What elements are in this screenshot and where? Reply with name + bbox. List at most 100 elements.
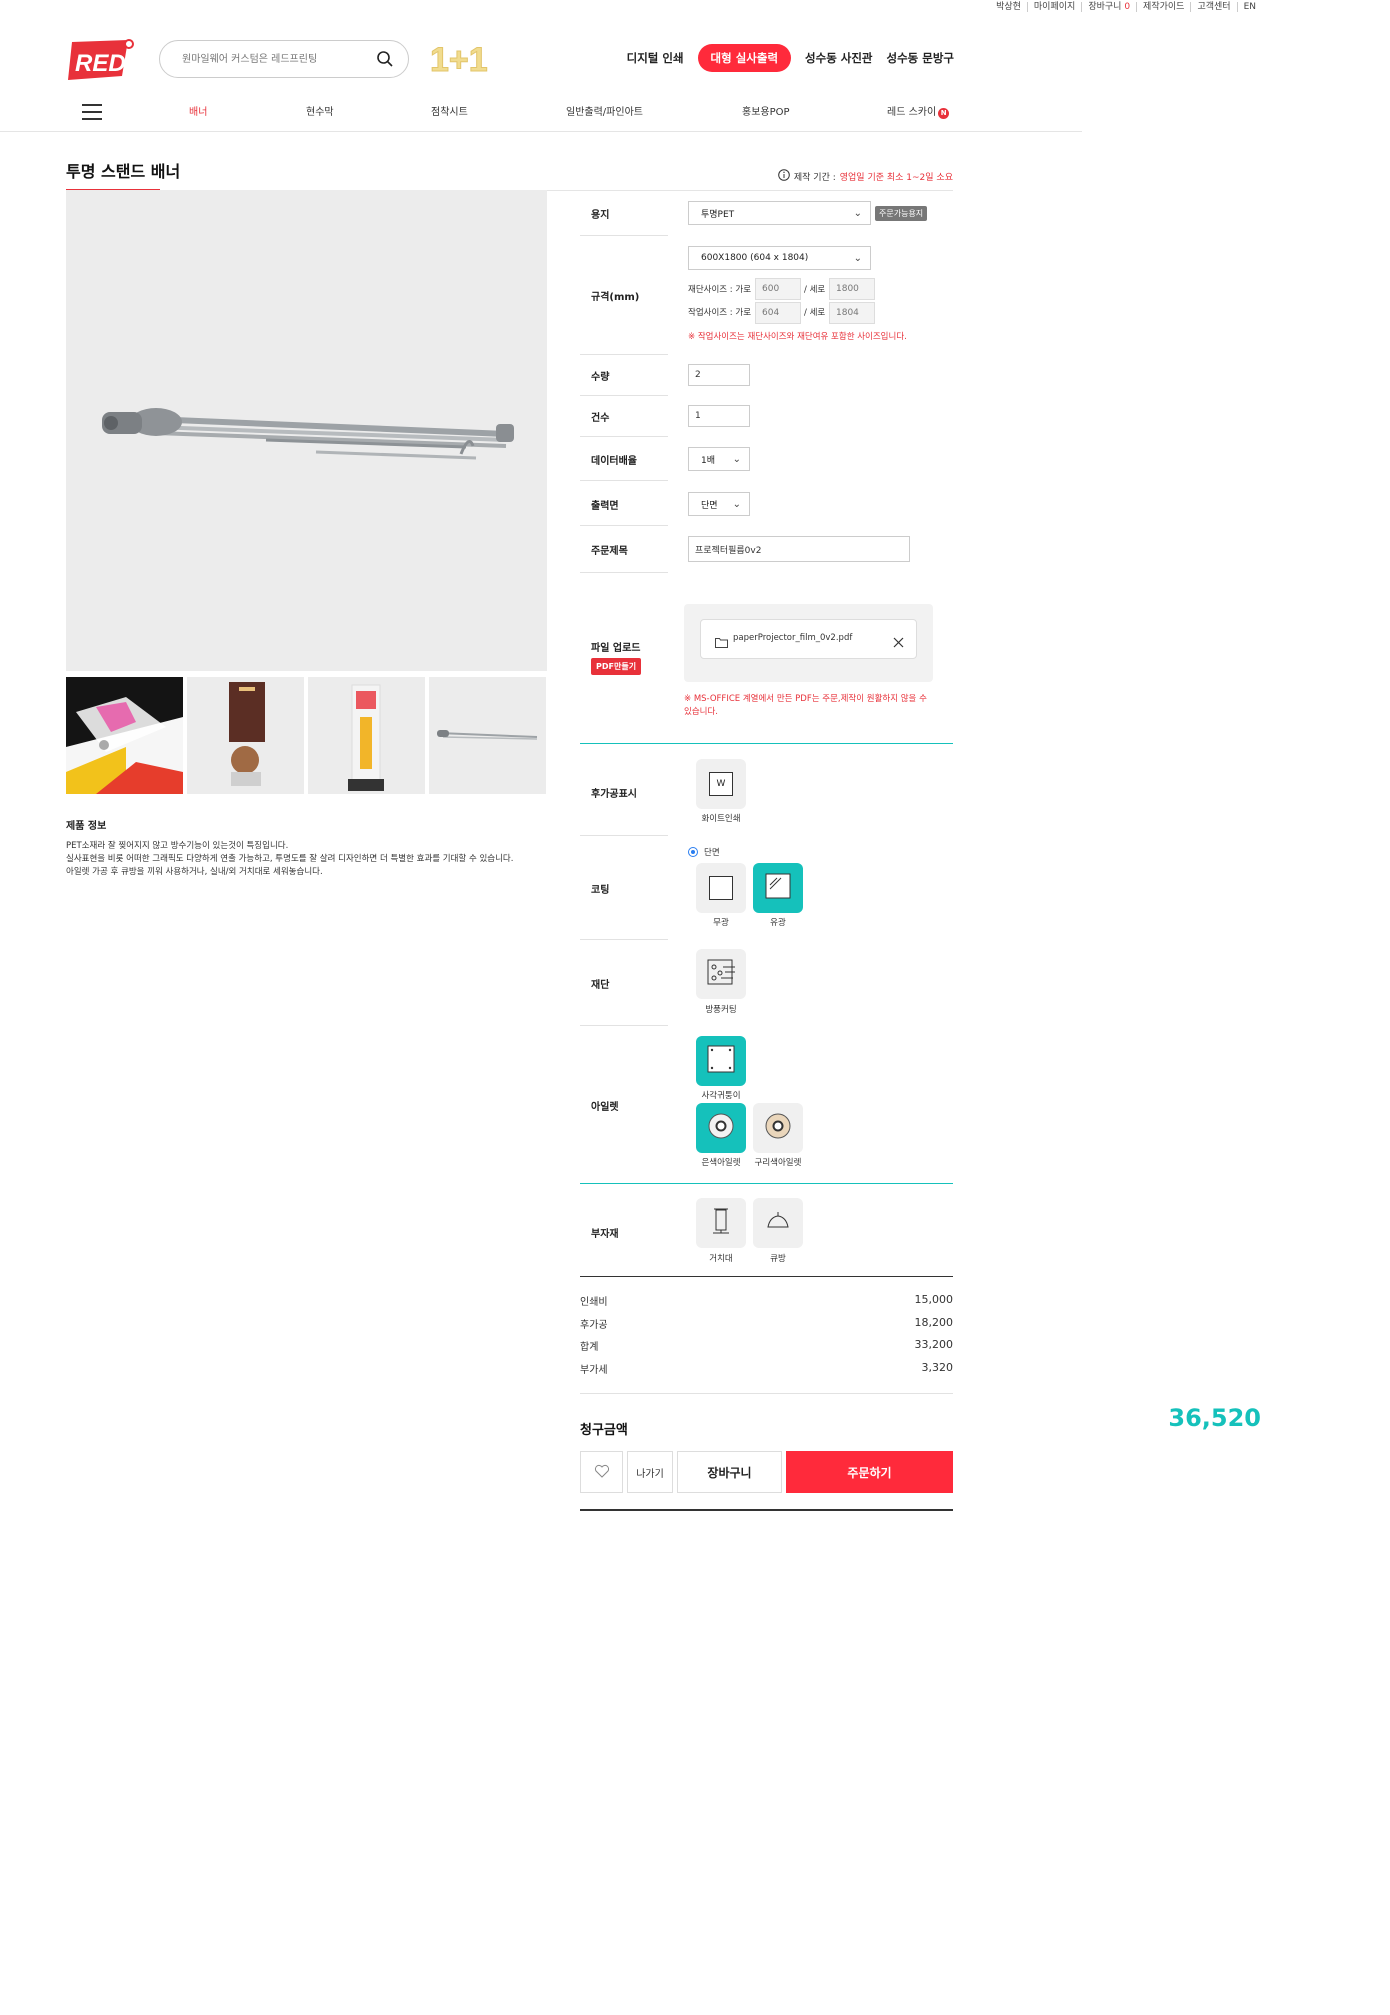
matte-option[interactable]: [696, 863, 746, 913]
work-height-field[interactable]: 1804: [829, 302, 875, 324]
gloss-icon: [765, 873, 791, 903]
menu-icon[interactable]: [82, 104, 102, 120]
category-banner-cloth[interactable]: 현수막: [306, 103, 334, 118]
close-icon[interactable]: [893, 633, 904, 652]
side-select-value: 단면: [701, 500, 718, 511]
size-select-value: 600X1800 (604 x 1804): [701, 253, 809, 263]
support-link[interactable]: 고객센터: [1190, 2, 1236, 12]
paper-select[interactable]: 투명PET ⌄: [688, 201, 871, 225]
order-button[interactable]: 주문하기: [786, 1451, 953, 1493]
category-banner[interactable]: 배너: [189, 103, 207, 118]
category-sticker-sheet[interactable]: 점착시트: [431, 103, 468, 118]
price-row-vat: 부가세 3,320: [580, 1361, 953, 1376]
quantity-field[interactable]: 2: [688, 364, 750, 386]
side-select[interactable]: 단면 ⌄: [688, 492, 750, 516]
bottom-divider: [580, 1509, 953, 1511]
category-nav: 배너 현수막 점착시트 일반출력/파인아트 홍보용POP 레드 스카이 N: [0, 96, 1082, 132]
price-label: 인쇄비: [580, 1297, 608, 1308]
category-pop[interactable]: 홍보용POP: [742, 103, 790, 118]
thumbnail-2[interactable]: [187, 677, 304, 794]
cart-link[interactable]: 장바구니 0: [1081, 2, 1136, 12]
scale-label: 데이터배율: [591, 456, 637, 467]
folder-icon: [715, 633, 728, 652]
user-name-link[interactable]: 박상현: [990, 2, 1027, 12]
lead-time-value: 영업일 기준 최소 1~2일 소요: [839, 173, 953, 183]
category-red-sky[interactable]: 레드 스카이 N: [887, 103, 950, 119]
nav-stationery[interactable]: 성수동 문방구: [887, 50, 954, 66]
thumbnail-4[interactable]: [429, 677, 546, 794]
product-info-line: PET소재라 잘 찢어지지 않고 방수기능이 있는것이 특징입니다.: [66, 841, 289, 851]
product-info: 제품 정보 PET소재라 잘 찢어지지 않고 방수기능이 있는것이 특징입니다.…: [66, 817, 547, 879]
price-value: 33,200: [914, 1338, 954, 1351]
eyelet-label: 아일렛: [591, 1102, 619, 1113]
category-fine-art[interactable]: 일반출력/파인아트: [566, 103, 643, 118]
square-corner-label: 사각귀퉁이: [701, 1091, 741, 1101]
price-label: 부가세: [580, 1365, 608, 1376]
nav-large-format[interactable]: 대형 실사출력: [697, 44, 792, 72]
product-info-title: 제품 정보: [66, 821, 107, 832]
wishlist-button[interactable]: [580, 1451, 623, 1493]
pricing-divider: [580, 1276, 953, 1277]
lead-time: 제작 기간 : 영업일 기준 최소 1~2일 소요: [778, 169, 953, 184]
page-title: 투명 스탠드 배너: [66, 162, 181, 181]
gloss-label: 유광: [770, 918, 786, 928]
white-print-option[interactable]: W: [696, 759, 746, 809]
scale-select-value: 1배: [701, 455, 716, 466]
exit-button[interactable]: 나가기: [627, 1451, 673, 1493]
chevron-down-icon: ⌄: [732, 454, 741, 465]
product-main-image: [66, 190, 547, 671]
copper-eyelet-icon: [764, 1112, 792, 1144]
search-input[interactable]: [182, 50, 362, 68]
work-width-field[interactable]: 604: [755, 302, 801, 324]
stand-option[interactable]: [696, 1198, 746, 1248]
price-value: 15,000: [914, 1293, 954, 1306]
wind-cut-icon: [707, 959, 735, 989]
cart-button[interactable]: 장바구니: [677, 1451, 782, 1493]
product-info-line: 실사표현을 비롯 어떠한 그래픽도 다양하게 연출 가능하고, 투명도를 잘 살…: [66, 854, 514, 864]
wind-cut-option[interactable]: [696, 949, 746, 999]
mypage-link[interactable]: 마이페이지: [1026, 2, 1081, 12]
coating-label: 코팅: [591, 885, 610, 896]
one-plus-one-banner[interactable]: 1+1: [430, 40, 496, 80]
accessory-label: 부자재: [591, 1229, 619, 1240]
cut-size-label: 재단사이즈 : 가로: [688, 285, 752, 295]
paper-available-badge[interactable]: 주문가능용지: [875, 206, 928, 221]
size-note: ※ 작업사이즈는 재단사이즈와 재단여유 포함한 사이즈입니다.: [688, 332, 907, 342]
price-row-subtotal: 합계 33,200: [580, 1338, 953, 1353]
white-print-icon: W: [709, 772, 733, 796]
square-corner-option[interactable]: [696, 1036, 746, 1086]
search-icon[interactable]: [376, 50, 394, 72]
chevron-down-icon: ⌄: [853, 253, 862, 264]
upload-note-1: ※ MS-OFFICE 계열에서 만든 PDF는 주문,제작이 원활하지 않을 …: [684, 694, 927, 704]
silver-eyelet-option[interactable]: [696, 1103, 746, 1153]
scale-select[interactable]: 1배 ⌄: [688, 447, 750, 471]
gloss-option[interactable]: [753, 863, 803, 913]
suction-cup-option[interactable]: [753, 1198, 803, 1248]
count-field[interactable]: 1: [688, 405, 750, 427]
size-select[interactable]: 600X1800 (604 x 1804) ⌄: [688, 246, 871, 270]
pdf-maker-button[interactable]: PDF만들기: [591, 658, 642, 675]
language-link[interactable]: EN: [1236, 2, 1262, 12]
thumbnail-1[interactable]: [66, 677, 183, 794]
uploaded-file: paperProjector_film_0v2.pdf: [700, 619, 917, 659]
upload-area[interactable]: paperProjector_film_0v2.pdf: [684, 604, 933, 682]
post-label-label: 후가공표시: [591, 789, 637, 800]
order-title-field[interactable]: 프로젝터필름0v2: [688, 536, 910, 562]
promo-text: 1+1: [430, 41, 488, 76]
nav-photo-studio[interactable]: 성수동 사진관: [805, 50, 872, 66]
cut-width-field[interactable]: 600: [755, 278, 801, 300]
guide-link[interactable]: 제작가이드: [1136, 2, 1190, 12]
nav-digital-print[interactable]: 디지털 인쇄: [627, 50, 684, 66]
search-box: [159, 40, 409, 78]
matte-icon: [709, 876, 733, 900]
red-logo[interactable]: RED: [66, 38, 134, 80]
single-side-radio[interactable]: [688, 847, 698, 857]
thumbnail-3[interactable]: [308, 677, 425, 794]
category-red-sky-label: 레드 스카이: [887, 107, 937, 118]
price-row-print: 인쇄비 15,000: [580, 1293, 953, 1308]
cart-count: 0: [1124, 2, 1131, 12]
copper-eyelet-option[interactable]: [753, 1103, 803, 1153]
chevron-down-icon: ⌄: [732, 499, 741, 510]
banner-stand-image: [102, 408, 514, 460]
cut-height-field[interactable]: 1800: [829, 278, 875, 300]
